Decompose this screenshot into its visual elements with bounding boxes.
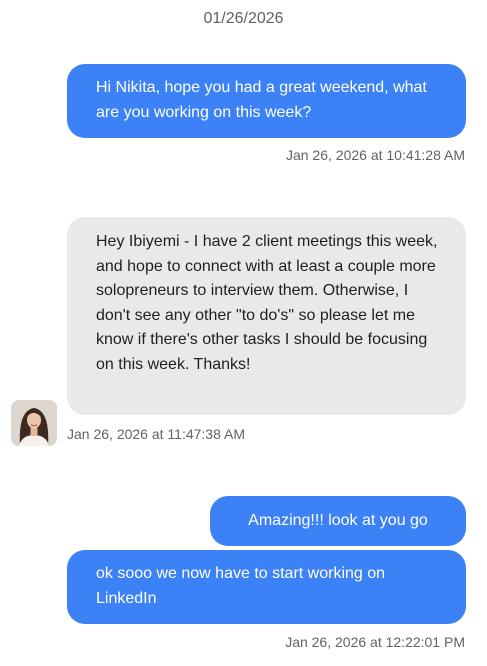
message-timestamp: Jan 26, 2026 at 12:22:01 PM [285, 634, 465, 650]
incoming-message-bubble[interactable]: Hey Ibiyemi - I have 2 client meetings t… [67, 217, 466, 415]
outgoing-message-bubble[interactable]: ok sooo we now have to start working on … [67, 550, 466, 624]
date-header: 01/26/2026 [203, 10, 284, 27]
outgoing-message-bubble[interactable]: Hi Nikita, hope you had a great weekend,… [67, 64, 466, 138]
sender-avatar[interactable] [11, 400, 57, 446]
user-photo-avatar-icon [11, 400, 57, 446]
message-timestamp: Jan 26, 2026 at 11:47:38 AM [67, 426, 245, 442]
message-timestamp: Jan 26, 2026 at 10:41:28 AM [285, 147, 465, 163]
outgoing-message-bubble[interactable]: Amazing!!! look at you go [210, 496, 466, 546]
